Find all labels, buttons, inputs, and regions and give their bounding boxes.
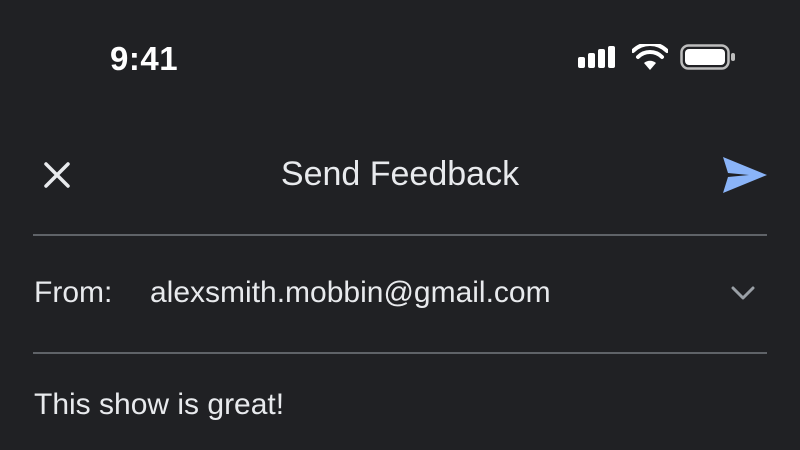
send-button[interactable] bbox=[720, 154, 770, 200]
feedback-screen: 9:41 Send Feedback From: alexsmith.mobbi… bbox=[0, 0, 800, 450]
send-icon bbox=[723, 156, 767, 198]
battery-icon bbox=[680, 44, 736, 70]
chevron-down-icon bbox=[731, 286, 755, 305]
cellular-signal-icon bbox=[578, 46, 620, 68]
from-dropdown-button[interactable] bbox=[730, 282, 756, 308]
from-account-selector[interactable]: alexsmith.mobbin@gmail.com bbox=[150, 276, 551, 310]
status-icons bbox=[578, 44, 736, 70]
from-divider bbox=[33, 352, 767, 354]
status-time: 9:41 bbox=[110, 40, 179, 77]
page-title: Send Feedback bbox=[280, 155, 520, 193]
wifi-icon bbox=[632, 44, 668, 70]
from-label: From: bbox=[34, 276, 113, 309]
feedback-message-input[interactable]: This show is great! bbox=[34, 388, 284, 422]
header-divider bbox=[33, 234, 767, 236]
